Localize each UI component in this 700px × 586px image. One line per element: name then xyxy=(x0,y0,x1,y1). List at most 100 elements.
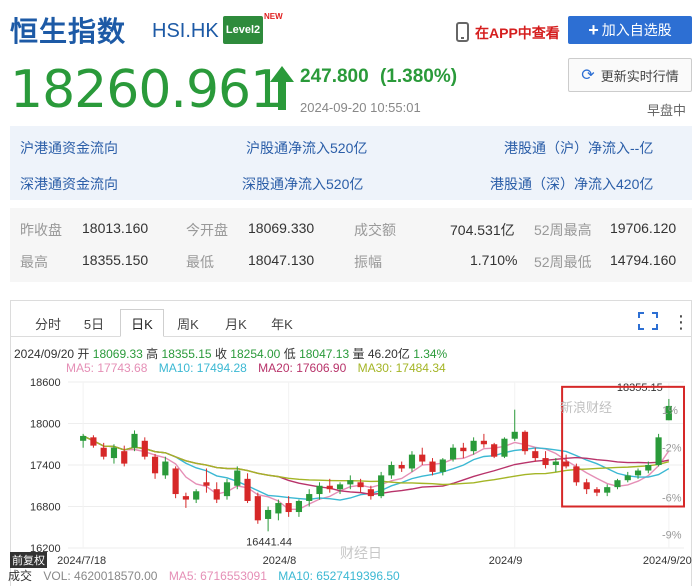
candle xyxy=(624,475,631,481)
tab-yearly-k[interactable]: 年K xyxy=(262,309,302,337)
y-tick-label: 18600 xyxy=(30,377,61,389)
candle xyxy=(634,470,642,476)
pct-tick-label: 1% xyxy=(662,405,678,417)
kline-chart[interactable]: 18600180001740016800162002024/7/18 2024/8… xyxy=(0,372,700,564)
candle xyxy=(511,431,518,439)
ohlc-close-label: 收 xyxy=(214,347,227,361)
refresh-quote-button[interactable]: ⟳ 更新实时行情 xyxy=(568,58,692,92)
candle xyxy=(378,475,385,497)
candle xyxy=(90,437,97,446)
tab-weekly-k[interactable]: 周K xyxy=(168,309,208,337)
pct-tick-label: -9% xyxy=(662,530,682,542)
refresh-icon: ⟳ xyxy=(581,67,595,84)
ohlc-low: 18047.13 xyxy=(299,347,350,361)
ohlc-close: 18254.00 xyxy=(230,347,281,361)
sh-hk-connect-link[interactable]: 沪港通资金流向 xyxy=(20,138,118,158)
y-tick-label: 17400 xyxy=(30,460,61,472)
refresh-quote-label: 更新实时行情 xyxy=(600,68,679,84)
price-change: 247.800 (1.380%) xyxy=(300,66,457,88)
ohlc-high: 18355.15 xyxy=(161,347,212,361)
volume-ma5: MA5: 6716553091 xyxy=(168,569,267,583)
candle xyxy=(408,454,416,469)
candle xyxy=(110,447,118,459)
candle xyxy=(501,438,508,457)
candle xyxy=(151,456,159,474)
index-title: 恒生指数 xyxy=(10,15,127,48)
sz-connect-inflow: 深股通净流入520亿 xyxy=(242,176,364,192)
candle xyxy=(542,458,549,465)
candle xyxy=(532,451,539,459)
low-label: 最低 xyxy=(186,254,214,270)
x-tick-label: 2024/9 xyxy=(489,555,523,564)
candle xyxy=(193,491,200,500)
candle xyxy=(645,465,652,471)
current-price: 18260.961 xyxy=(10,60,283,120)
session-status: 早盘中 xyxy=(647,103,687,118)
candle xyxy=(100,447,107,457)
candle xyxy=(398,465,405,469)
amplitude-label: 振幅 xyxy=(354,254,382,270)
candle xyxy=(306,494,313,501)
pct-tick-label: -6% xyxy=(662,492,682,504)
candle xyxy=(655,437,662,465)
turnover-value: 704.531亿 xyxy=(450,222,515,238)
candle xyxy=(336,484,344,490)
candle xyxy=(563,461,570,467)
more-options-icon[interactable]: ⋮ xyxy=(672,312,690,333)
candle xyxy=(254,496,261,521)
candle xyxy=(285,503,292,513)
candle xyxy=(552,461,559,465)
add-to-watchlist-button[interactable]: + 加入自选股 xyxy=(568,16,692,44)
add-to-watchlist-label: 加入自选股 xyxy=(601,22,672,38)
view-in-app-link[interactable]: 在APP中查看 xyxy=(475,23,560,43)
tab-daily-k[interactable]: 日K xyxy=(120,309,164,337)
ma30-line xyxy=(82,435,670,486)
candle xyxy=(80,435,87,441)
bottom-watermark: 财经日 xyxy=(340,546,382,562)
candle xyxy=(223,482,231,497)
high-value: 18355.150 xyxy=(82,252,149,268)
sh-connect-inflow: 沪股通净流入520亿 xyxy=(246,140,368,156)
candle xyxy=(326,485,333,490)
candle xyxy=(388,465,395,476)
candle xyxy=(460,447,467,452)
open-label: 今开盘 xyxy=(186,222,228,238)
tab-intraday[interactable]: 分时 xyxy=(26,309,70,337)
header: 恒生指数 HSI.HK Level2 NEW 在APP中查看 + 加入自选股 xyxy=(0,0,700,58)
x-tick-label: 2024/7/18 xyxy=(57,555,106,564)
x-tick-label: 2024/8 xyxy=(263,555,297,564)
candle xyxy=(357,482,364,488)
ohlc-vol: 46.20亿 xyxy=(367,347,410,361)
candle xyxy=(480,440,487,445)
phone-icon xyxy=(456,22,469,42)
ohlc-low-label: 低 xyxy=(283,347,296,361)
y-tick-label: 18000 xyxy=(30,419,61,431)
new-tag: NEW xyxy=(264,12,283,21)
tab-monthly-k[interactable]: 月K xyxy=(216,309,256,337)
adjust-mode-label[interactable]: 前复权 xyxy=(10,552,47,568)
capital-flow-panel: 沪港通资金流向 沪股通净流入520亿 港股通（沪）净流入--亿 深港通资金流向 … xyxy=(10,126,692,200)
change-value: 247.800 xyxy=(300,66,369,87)
hk-sz-connect-inflow: 港股通（深）净流入420亿 xyxy=(490,176,654,192)
level2-badge[interactable]: Level2 xyxy=(223,16,263,44)
ohlc-info: 2024/09/20 开 18069.33 高 18355.15 收 18254… xyxy=(14,345,447,362)
candle xyxy=(121,451,128,464)
min-price-label: 16441.44 xyxy=(246,536,292,548)
ohlc-date: 2024/09/20 xyxy=(14,347,75,361)
open-value: 18069.330 xyxy=(248,220,315,236)
w52-low-value: 14794.160 xyxy=(610,252,677,268)
candle xyxy=(172,468,179,495)
candle xyxy=(295,500,303,513)
change-percent: (1.380%) xyxy=(379,66,458,87)
candle xyxy=(604,487,611,493)
fullscreen-icon[interactable] xyxy=(638,312,658,330)
tab-5day[interactable]: 5日 xyxy=(74,309,114,337)
candle xyxy=(203,482,210,486)
amplitude-value: 1.710% xyxy=(470,252,518,268)
sz-hk-connect-link[interactable]: 深港通资金流向 xyxy=(20,174,118,194)
prev-close-label: 昨收盘 xyxy=(20,222,62,238)
y-tick-label: 16800 xyxy=(30,502,61,514)
candle xyxy=(213,489,220,500)
candle xyxy=(182,496,189,500)
plus-icon: + xyxy=(588,19,599,40)
